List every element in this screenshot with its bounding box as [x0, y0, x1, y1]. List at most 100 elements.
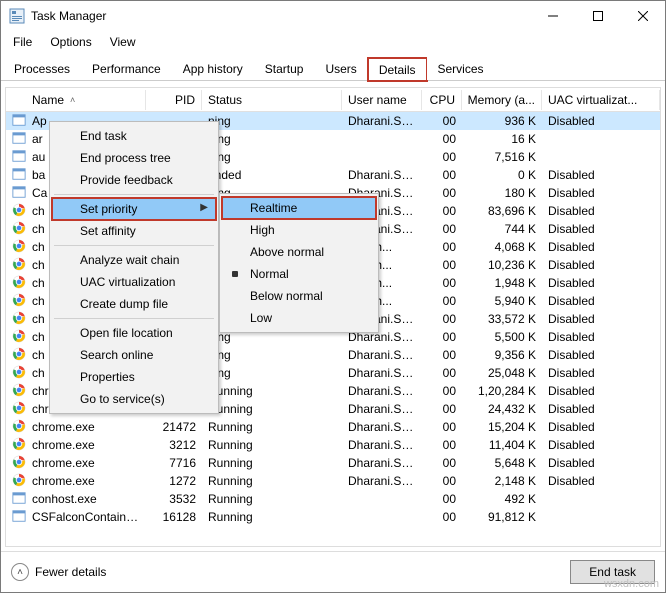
cell-uac: Disabled: [542, 203, 660, 219]
minimize-button[interactable]: [530, 1, 575, 31]
cell-mem: 5,648 K: [462, 455, 542, 471]
cell-mem: 744 K: [462, 221, 542, 237]
process-icon: [6, 310, 26, 329]
cell-uac: Disabled: [542, 311, 660, 327]
ctx-end-tree[interactable]: End process tree: [52, 147, 216, 169]
tab-apphistory[interactable]: App history: [172, 57, 254, 80]
cell-cpu: 00: [422, 437, 462, 453]
priority-low[interactable]: Low: [222, 307, 376, 329]
cell-uac: Disabled: [542, 113, 660, 129]
tab-performance[interactable]: Performance: [81, 57, 172, 80]
end-task-button[interactable]: End task: [570, 560, 655, 584]
table-row[interactable]: chrome.exe1272RunningDharani.Sh...002,14…: [6, 472, 660, 490]
maximize-button[interactable]: [575, 1, 620, 31]
table-row[interactable]: conhost.exe3532Running00492 K: [6, 490, 660, 508]
process-icon: [6, 202, 26, 221]
cell-mem: 1,948 K: [462, 275, 542, 291]
cell-mem: 83,696 K: [462, 203, 542, 219]
menu-options[interactable]: Options: [48, 33, 93, 51]
cell-pid: 7716: [146, 455, 202, 471]
table-header: Name˄ PID Status User name CPU Memory (a…: [6, 88, 660, 112]
ctx-analyze[interactable]: Analyze wait chain: [52, 249, 216, 271]
ctx-open-location[interactable]: Open file location: [52, 322, 216, 344]
ctx-feedback[interactable]: Provide feedback: [52, 169, 216, 191]
table-row[interactable]: CSFalconContainer.e16128Running0091,812 …: [6, 508, 660, 526]
priority-above-normal[interactable]: Above normal: [222, 241, 376, 263]
process-icon: [6, 292, 26, 311]
menu-file[interactable]: File: [11, 33, 34, 51]
process-icon: [6, 220, 26, 239]
fewer-details-button[interactable]: ˄ Fewer details: [11, 563, 106, 581]
process-icon: [6, 436, 26, 455]
cell-cpu: 00: [422, 473, 462, 489]
cell-cpu: 00: [422, 509, 462, 525]
cell-uac: Disabled: [542, 455, 660, 471]
priority-submenu: Realtime High Above normal Normal Below …: [219, 193, 379, 333]
cell-mem: 10,236 K: [462, 257, 542, 273]
cell-status: ning: [202, 131, 342, 147]
ctx-set-affinity[interactable]: Set affinity: [52, 220, 216, 242]
cell-user: [342, 516, 422, 518]
priority-realtime[interactable]: Realtime: [222, 197, 376, 219]
tab-services[interactable]: Services: [427, 57, 495, 80]
cell-uac: Disabled: [542, 383, 660, 399]
tab-processes[interactable]: Processes: [3, 57, 81, 80]
col-cpu[interactable]: CPU: [422, 90, 462, 110]
cell-status: ning: [202, 365, 342, 381]
tab-users[interactable]: Users: [314, 57, 367, 80]
cell-mem: 5,500 K: [462, 329, 542, 345]
cell-status: Running: [202, 509, 342, 525]
menu-view[interactable]: View: [108, 33, 138, 51]
cell-mem: 5,940 K: [462, 293, 542, 309]
cell-mem: 936 K: [462, 113, 542, 129]
process-icon: [6, 328, 26, 347]
col-name-label: Name: [32, 93, 64, 107]
context-menu: End task End process tree Provide feedba…: [49, 121, 219, 414]
cell-uac: [542, 498, 660, 500]
fewer-details-label: Fewer details: [35, 565, 106, 579]
cell-status: Running: [202, 401, 342, 417]
table-row[interactable]: chrome.exe3212RunningDharani.Sh...0011,4…: [6, 436, 660, 454]
ctx-dump[interactable]: Create dump file: [52, 293, 216, 315]
process-icon: [6, 382, 26, 401]
priority-normal[interactable]: Normal: [222, 263, 376, 285]
process-icon: [6, 130, 26, 149]
col-mem[interactable]: Memory (a...: [462, 90, 542, 110]
cell-cpu: 00: [422, 185, 462, 201]
table-row[interactable]: chrome.exe7716RunningDharani.Sh...005,64…: [6, 454, 660, 472]
col-name[interactable]: Name˄: [26, 90, 146, 110]
cell-user: Dharani.Sh...: [342, 437, 422, 453]
tab-startup[interactable]: Startup: [254, 57, 315, 80]
ctx-end-task[interactable]: End task: [52, 125, 216, 147]
window-title: Task Manager: [31, 9, 530, 23]
cell-pid: 1272: [146, 473, 202, 489]
priority-high[interactable]: High: [222, 219, 376, 241]
cell-cpu: 00: [422, 167, 462, 183]
ctx-properties[interactable]: Properties: [52, 366, 216, 388]
cell-mem: 11,404 K: [462, 437, 542, 453]
process-icon: [6, 364, 26, 383]
process-icon: [6, 472, 26, 491]
table-row[interactable]: chrome.exe21472RunningDharani.Sh...0015,…: [6, 418, 660, 436]
ctx-set-priority[interactable]: Set priority▶: [52, 198, 216, 220]
ctx-search-online[interactable]: Search online: [52, 344, 216, 366]
process-icon: [6, 148, 26, 167]
col-uac[interactable]: UAC virtualizat...: [542, 90, 660, 110]
cell-uac: Disabled: [542, 365, 660, 381]
cell-cpu: 00: [422, 347, 462, 363]
process-icon: [6, 508, 26, 527]
ctx-goto-service[interactable]: Go to service(s): [52, 388, 216, 410]
footer: ˄ Fewer details End task: [1, 551, 665, 592]
tab-details[interactable]: Details: [368, 58, 427, 81]
close-button[interactable]: [620, 1, 665, 31]
process-icon: [6, 454, 26, 473]
ctx-uac[interactable]: UAC virtualization: [52, 271, 216, 293]
bullet-icon: [232, 271, 238, 277]
col-user[interactable]: User name: [342, 90, 422, 110]
cell-name: CSFalconContainer.e: [26, 509, 146, 525]
col-pid[interactable]: PID: [146, 90, 202, 110]
priority-below-normal[interactable]: Below normal: [222, 285, 376, 307]
col-status[interactable]: Status: [202, 90, 342, 110]
cell-status: Running: [202, 491, 342, 507]
cell-cpu: 00: [422, 149, 462, 165]
